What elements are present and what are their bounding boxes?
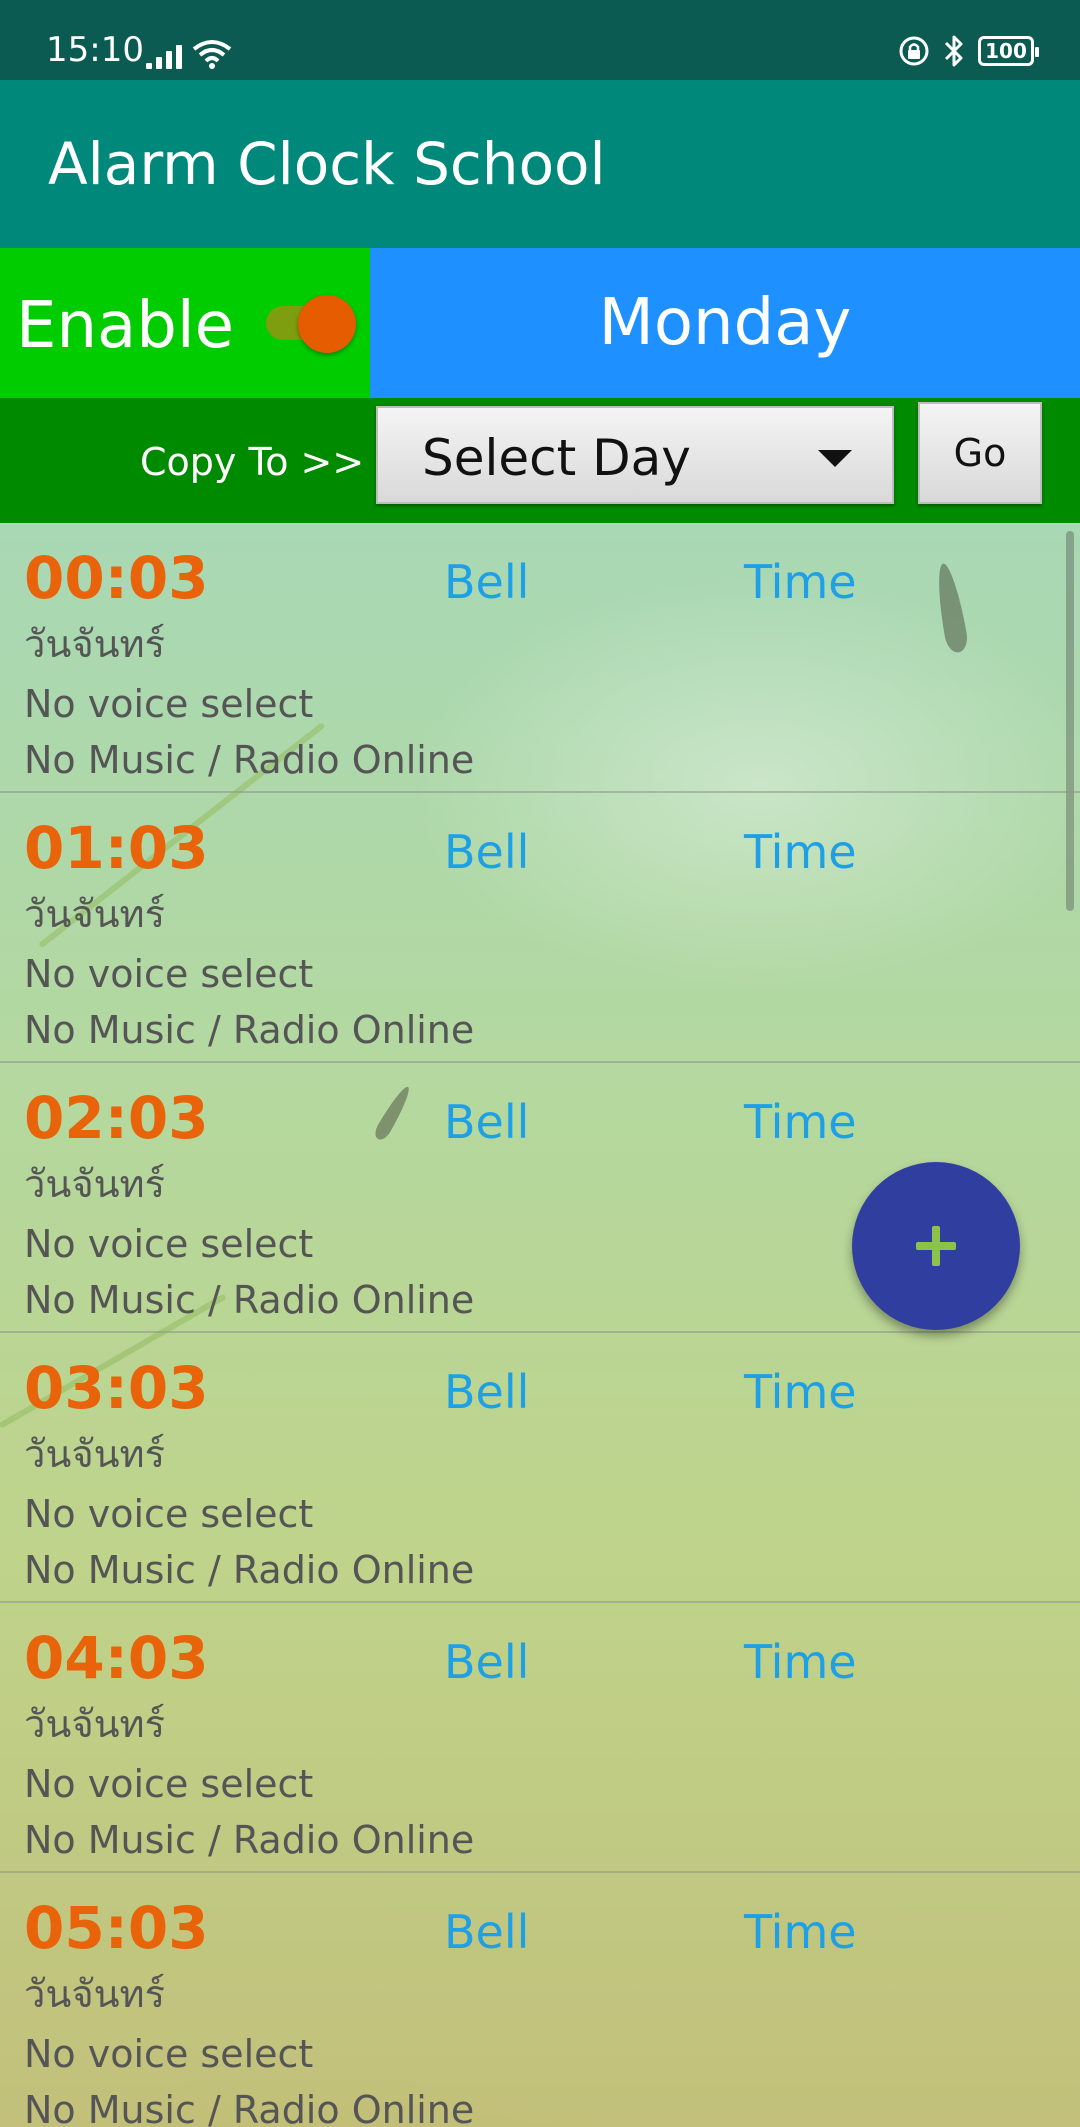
time-link[interactable]: Time bbox=[744, 555, 857, 609]
bell-link[interactable]: Bell bbox=[444, 1635, 529, 1689]
wifi-icon bbox=[192, 40, 232, 69]
enable-label: Enable bbox=[16, 289, 234, 363]
alarm-time: 04:03 bbox=[24, 1624, 209, 1692]
bluetooth-icon bbox=[944, 35, 963, 67]
alarm-day: วันจันทร์ bbox=[24, 892, 166, 936]
time-link[interactable]: Time bbox=[744, 1365, 857, 1419]
battery-level: 100 bbox=[985, 39, 1027, 63]
alarm-time: 05:03 bbox=[24, 1894, 209, 1962]
alarm-day: วันจันทร์ bbox=[24, 1702, 166, 1746]
alarm-day: วันจันทร์ bbox=[24, 1972, 166, 2016]
alarm-voice: No voice select bbox=[24, 682, 314, 726]
signal-icon bbox=[146, 39, 182, 69]
toggle-thumb bbox=[298, 295, 356, 353]
go-button-label: Go bbox=[953, 431, 1007, 475]
enable-panel: Enable bbox=[0, 248, 370, 398]
select-day-dropdown[interactable]: Select Day bbox=[376, 406, 894, 504]
time-link[interactable]: Time bbox=[744, 1905, 857, 1959]
alarm-voice: No voice select bbox=[24, 952, 314, 996]
alarm-day: วันจันทร์ bbox=[24, 1432, 166, 1476]
alarm-music: No Music / Radio Online bbox=[24, 2088, 475, 2127]
copy-row: Copy To >> Select Day Go bbox=[0, 398, 1080, 523]
select-day-value: Select Day bbox=[422, 429, 691, 487]
alarm-time: 00:03 bbox=[24, 544, 209, 612]
app-bar: Alarm Clock School bbox=[0, 80, 1080, 248]
alarm-music: No Music / Radio Online bbox=[24, 738, 475, 782]
lock-rotation-icon bbox=[899, 36, 929, 66]
alarm-music: No Music / Radio Online bbox=[24, 1548, 475, 1592]
battery-icon: 100 bbox=[978, 36, 1039, 66]
dropdown-arrow-icon bbox=[818, 450, 852, 467]
bell-link[interactable]: Bell bbox=[444, 1365, 529, 1419]
alarm-list-item[interactable]: 01:03 Bell Time วันจันทร์ No voice selec… bbox=[0, 793, 1080, 1063]
alarm-time: 02:03 bbox=[24, 1084, 209, 1152]
day-panel: Monday bbox=[370, 248, 1080, 398]
status-bar: 15:10 100 bbox=[0, 0, 1080, 80]
copy-to-label: Copy To >> bbox=[140, 440, 365, 484]
status-time: 15:10 bbox=[46, 30, 144, 70]
alarm-music: No Music / Radio Online bbox=[24, 1278, 475, 1322]
alarm-time: 01:03 bbox=[24, 814, 209, 882]
go-button[interactable]: Go bbox=[918, 402, 1042, 504]
alarm-time: 03:03 bbox=[24, 1354, 209, 1422]
alarm-day: วันจันทร์ bbox=[24, 1162, 166, 1206]
bell-link[interactable]: Bell bbox=[444, 1095, 529, 1149]
alarm-voice: No voice select bbox=[24, 1222, 314, 1266]
bell-link[interactable]: Bell bbox=[444, 1905, 529, 1959]
time-link[interactable]: Time bbox=[744, 1095, 857, 1149]
alarm-music: No Music / Radio Online bbox=[24, 1008, 475, 1052]
app-screen: 15:10 100 Alarm Clock School Enable Mond… bbox=[0, 0, 1080, 2127]
alarm-day: วันจันทร์ bbox=[24, 622, 166, 666]
alarm-list-item[interactable]: 00:03 Bell Time วันจันทร์ No voice selec… bbox=[0, 523, 1080, 793]
alarm-voice: No voice select bbox=[24, 1762, 314, 1806]
bell-link[interactable]: Bell bbox=[444, 555, 529, 609]
add-alarm-button[interactable] bbox=[852, 1162, 1020, 1330]
app-title: Alarm Clock School bbox=[48, 130, 606, 198]
status-right-icons: 100 bbox=[898, 34, 1039, 68]
alarm-list-item[interactable]: 04:03 Bell Time วันจันทร์ No voice selec… bbox=[0, 1603, 1080, 1873]
bell-link[interactable]: Bell bbox=[444, 825, 529, 879]
time-link[interactable]: Time bbox=[744, 825, 857, 879]
alarm-voice: No voice select bbox=[24, 1492, 314, 1536]
status-left-icons bbox=[146, 35, 232, 69]
alarm-list-item[interactable]: 03:03 Bell Time วันจันทร์ No voice selec… bbox=[0, 1333, 1080, 1603]
alarm-list-item[interactable]: 05:03 Bell Time วันจันทร์ No voice selec… bbox=[0, 1873, 1080, 2127]
plus-icon bbox=[916, 1226, 956, 1266]
day-title: Monday bbox=[598, 286, 852, 360]
enable-toggle[interactable] bbox=[266, 295, 356, 353]
alarm-voice: No voice select bbox=[24, 2032, 314, 2076]
time-link[interactable]: Time bbox=[744, 1635, 857, 1689]
alarm-music: No Music / Radio Online bbox=[24, 1818, 475, 1862]
